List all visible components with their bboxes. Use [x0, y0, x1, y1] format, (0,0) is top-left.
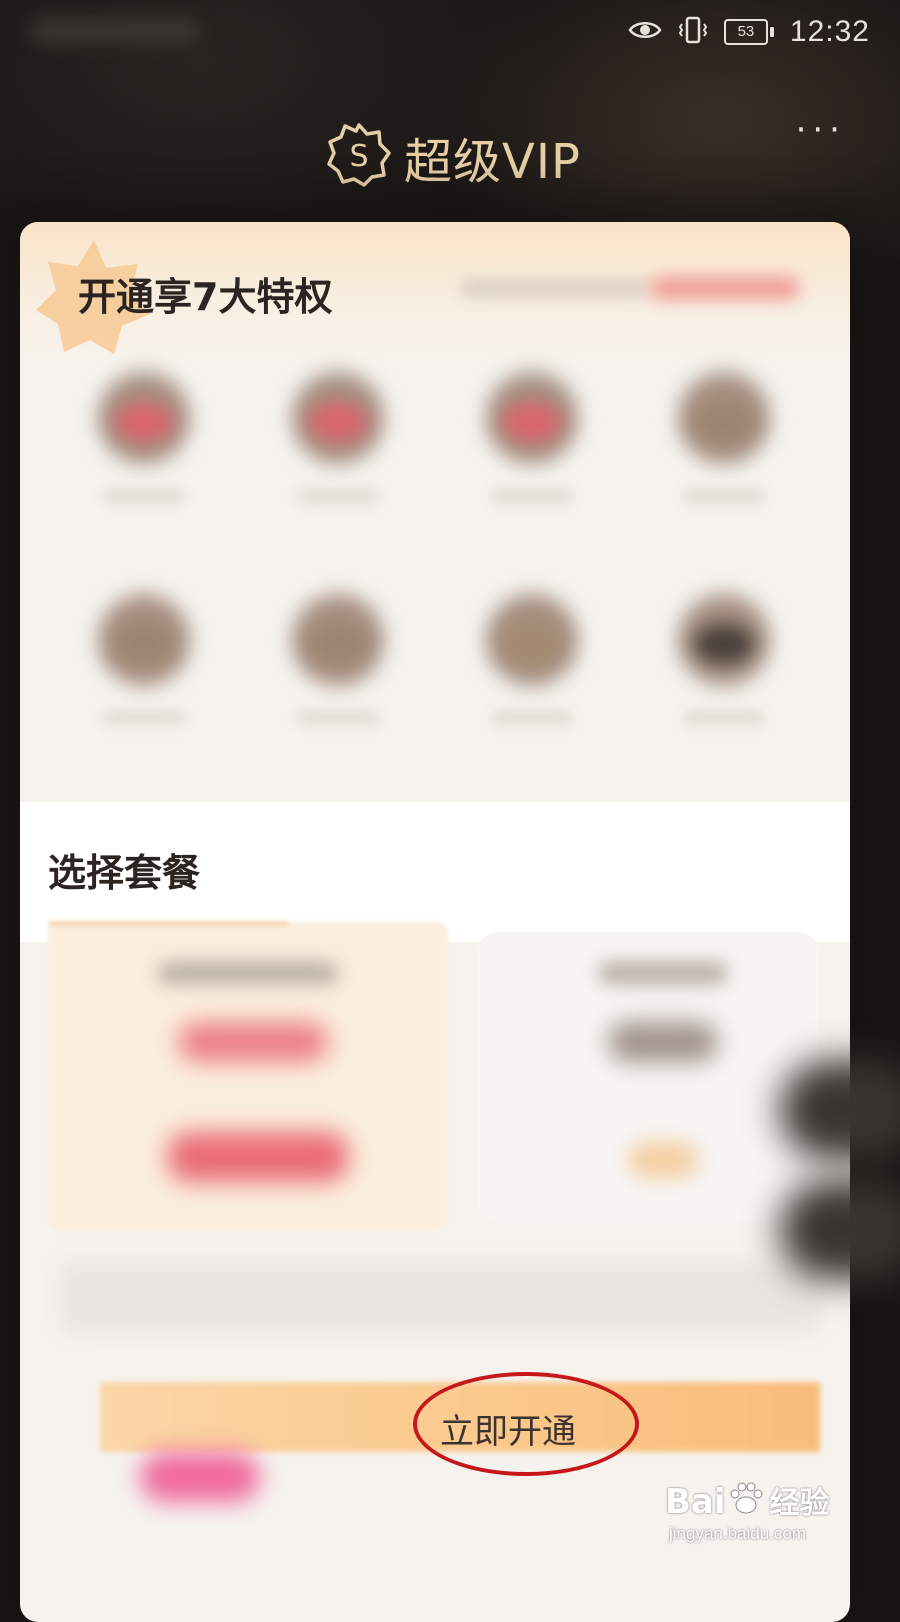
paw-icon [726, 1478, 766, 1522]
floating-button-blur-2[interactable] [780, 1180, 900, 1280]
watermark-brand-b: 经验 [769, 1486, 830, 1521]
privilege-icon-accent [114, 402, 174, 442]
privilege-label-blur [296, 488, 380, 504]
package-name-blur [158, 962, 338, 984]
privilege-item[interactable] [664, 584, 784, 744]
open-now-button[interactable]: 立即开通 [440, 1404, 576, 1453]
privilege-icon-accent [694, 624, 754, 664]
header: S 超级VIP ··· [0, 110, 900, 200]
vibrate-icon [678, 16, 708, 49]
agreement-text-blur [60, 1262, 820, 1332]
battery-tip [769, 27, 774, 37]
status-left-blur [30, 18, 200, 44]
floating-button-blur[interactable] [780, 1060, 900, 1160]
status-right: 53 12:32 [628, 14, 870, 50]
privilege-label-blur [490, 710, 574, 726]
watermark-url: jingyan.baidu.com [669, 1524, 807, 1543]
package-tag-blur [168, 1132, 348, 1182]
package-price-blur [178, 1022, 328, 1062]
blurred-caption [460, 278, 650, 298]
vip-logo: S 超级VIP [326, 122, 581, 192]
privilege-icon-accent [308, 624, 368, 664]
battery-level: 53 [723, 19, 768, 45]
privilege-item[interactable] [472, 584, 592, 744]
eye-icon [628, 19, 662, 46]
privilege-item[interactable] [84, 584, 204, 744]
privilege-label-blur [102, 710, 186, 726]
package-2-price-blur [608, 1022, 718, 1062]
watermark-brand-a: Bai [665, 1482, 726, 1522]
more-dots-icon[interactable]: ··· [796, 110, 846, 150]
package-2-tag-blur [628, 1142, 698, 1178]
privilege-item[interactable] [84, 362, 204, 522]
privilege-item[interactable] [278, 584, 398, 744]
battery-icon: 53 [723, 19, 774, 45]
package-2-name-blur [598, 962, 728, 984]
package-options [38, 922, 850, 1242]
package-option-border [48, 922, 288, 925]
privilege-label-blur [682, 488, 766, 504]
clock: 12:32 [789, 15, 870, 48]
packages-title: 选择套餐 [48, 851, 201, 895]
privilege-item[interactable] [664, 362, 784, 522]
status-bar: 53 12:32 [0, 0, 900, 64]
blurred-link[interactable] [650, 276, 800, 300]
privilege-icon-accent [502, 624, 562, 664]
svg-text:S: S [349, 139, 368, 174]
vip-badge-icon: S [326, 122, 392, 192]
privilege-icon-accent [694, 402, 754, 442]
privilege-icon-accent [502, 402, 562, 442]
privilege-label-blur [296, 710, 380, 726]
privilege-item[interactable] [278, 362, 398, 522]
privilege-label-blur [682, 710, 766, 726]
privilege-label-blur [102, 488, 186, 504]
privilege-label-blur [490, 488, 574, 504]
privilege-item[interactable] [472, 362, 592, 522]
privilege-icon-accent [308, 402, 368, 442]
bottom-pink-blur [140, 1452, 260, 1502]
privileges-title: 开通享7大特权 [78, 275, 333, 319]
header-title: 超级VIP [404, 134, 581, 190]
privilege-icon-accent [114, 624, 174, 664]
baidu-jingyan-watermark: Bai 经验 jingyan.baidu.com [665, 1478, 885, 1588]
